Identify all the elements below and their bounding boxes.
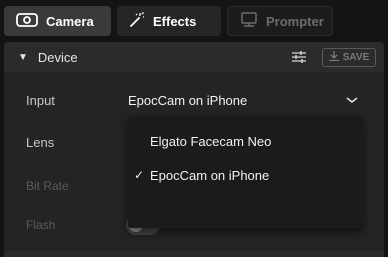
prompter-icon (240, 11, 258, 31)
camera-icon (16, 12, 38, 30)
tab-effects[interactable]: Effects (117, 6, 221, 36)
panel-title: Device (37, 49, 78, 65)
tab-effects-label: Effects (153, 13, 197, 29)
chevron-up-icon (346, 91, 358, 109)
tab-prompter-label: Prompter (266, 13, 324, 29)
tab-camera[interactable]: Camera (4, 6, 111, 36)
dropdown-option-facecam[interactable]: Elgato Facecam Neo (128, 124, 362, 158)
tab-camera-label: Camera (46, 13, 94, 29)
tab-prompter[interactable]: Prompter (227, 6, 333, 36)
sliders-icon[interactable] (292, 50, 306, 64)
save-button-label: SAVE (342, 51, 370, 63)
bitrate-label: Bit Rate (26, 179, 69, 193)
device-panel-header[interactable]: ▼ Device SAVE (4, 42, 384, 72)
dropdown-option-epoccam[interactable]: ✓ EpocCam on iPhone (128, 158, 362, 192)
option-label: Elgato Facecam Neo (150, 133, 272, 149)
input-label: Input (26, 93, 55, 108)
next-panel-header (4, 251, 384, 257)
top-tab-bar: Camera Effects Prompter (0, 0, 388, 40)
magic-wand-icon (129, 11, 145, 31)
save-button[interactable]: SAVE (322, 47, 376, 67)
input-select[interactable]: EpocCam on iPhone (124, 84, 362, 116)
flash-label: Flash (26, 218, 56, 232)
lens-label: Lens (26, 135, 55, 150)
collapse-triangle-icon[interactable]: ▼ (18, 52, 28, 63)
option-label: EpocCam on iPhone (150, 167, 270, 183)
download-icon (328, 50, 339, 64)
input-select-value: EpocCam on iPhone (128, 92, 248, 108)
check-icon: ✓ (133, 168, 145, 182)
device-panel: ▼ Device SAVE Input EpocCam on iPhone Le… (4, 42, 384, 257)
input-dropdown-menu: Elgato Facecam Neo ✓ EpocCam on iPhone (128, 116, 362, 228)
